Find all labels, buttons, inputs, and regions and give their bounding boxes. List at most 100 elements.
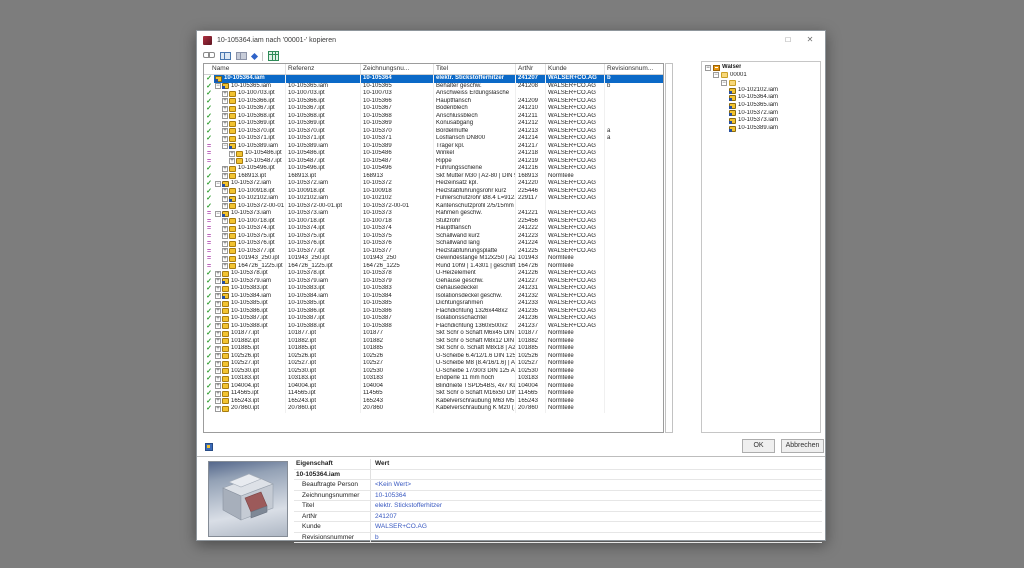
expand-icon[interactable]: + xyxy=(215,368,221,374)
table-row[interactable]: ✓+10-105387.ipt10-105387.ipt10-105387Iso… xyxy=(204,315,663,323)
collapse-icon[interactable]: − xyxy=(713,72,719,78)
table-row[interactable]: =+101943_250.ipt101943_250.ipt101943_250… xyxy=(204,255,663,263)
column-header[interactable]: Revisionsnum... xyxy=(605,64,663,74)
column-header[interactable]: Name xyxy=(204,64,286,74)
expand-icon[interactable]: + xyxy=(222,136,228,142)
tree-item[interactable]: 10-105364.iam xyxy=(705,94,820,102)
expand-icon[interactable]: + xyxy=(222,188,228,194)
table-row[interactable]: ✓+103183.ipt103183.ipt103183Endperle 11 … xyxy=(204,375,663,383)
expand-icon[interactable]: + xyxy=(215,316,221,322)
collapse-icon[interactable]: − xyxy=(215,181,221,187)
table-row[interactable]: =+10-100718.ipt10-100718.ipt10-100718Stu… xyxy=(204,218,663,226)
table-row[interactable]: ✓+10-105369.ipt10-105369.ipt10-105369Kon… xyxy=(204,120,663,128)
collapse-icon[interactable]: − xyxy=(215,211,221,217)
expand-icon[interactable]: + xyxy=(222,106,228,112)
table-row[interactable]: ✓+10-105496.ipt10-105496.ipt10-105496Füh… xyxy=(204,165,663,173)
expand-icon[interactable]: + xyxy=(215,278,221,284)
maximize-button[interactable]: □ xyxy=(777,32,799,47)
table-row[interactable]: ✓+102527.ipt102527.ipt102527U-Scheibe M8… xyxy=(204,360,663,368)
table-row[interactable]: ✓−10-105365.iam10-105365.iam10-105365Beh… xyxy=(204,83,663,91)
tree-item[interactable]: 10-105373.iam xyxy=(705,117,820,125)
expand-icon[interactable]: + xyxy=(215,331,221,337)
table-row[interactable]: =+10-105487.ipt10-105487.ipt10-105487Rip… xyxy=(204,158,663,166)
table-row[interactable]: =+10-105375.ipt10-105375.ipt10-105375Sch… xyxy=(204,233,663,241)
tree-item[interactable]: −Walser xyxy=(705,64,820,72)
table-row[interactable]: ✓+10-105370.ipt10-105370.ipt10-105370Bör… xyxy=(204,128,663,136)
table-row[interactable]: ✓+101877.ipt101877.ipt101877Skt Schr o S… xyxy=(204,330,663,338)
table-row[interactable]: =−10-105389.iam10-105389.iam10-105389Trä… xyxy=(204,143,663,151)
expand-icon[interactable]: + xyxy=(222,121,228,127)
expand-icon[interactable]: + xyxy=(215,391,221,397)
expand-icon[interactable]: + xyxy=(222,226,228,232)
expand-icon[interactable]: + xyxy=(215,361,221,367)
table-row[interactable]: ✓+10-102102.iam10-102102.iam10-102102Füh… xyxy=(204,195,663,203)
expand-icon[interactable]: + xyxy=(215,323,221,329)
expand-icon[interactable]: + xyxy=(215,353,221,359)
expand-icon[interactable]: + xyxy=(215,346,221,352)
table-row[interactable]: ✓+114565.ipt114565.ipt114565Skt Schr o S… xyxy=(204,390,663,398)
tree-item[interactable]: 10-102102.iam xyxy=(705,87,820,95)
ok-button[interactable]: OK xyxy=(742,439,775,453)
table-row[interactable]: =+10-105374.ipt10-105374.ipt10-105374Hau… xyxy=(204,225,663,233)
expand-icon[interactable]: + xyxy=(222,248,228,254)
expand-icon[interactable]: + xyxy=(222,128,228,134)
table-row[interactable]: ✓−10-105372.iam10-105372.iam10-105372Hei… xyxy=(204,180,663,188)
expand-icon[interactable]: + xyxy=(222,263,228,269)
table-icon[interactable] xyxy=(268,51,279,61)
table-row[interactable]: ✓+10-105368.ipt10-105368.ipt10-105368Ans… xyxy=(204,113,663,121)
table-row[interactable]: ✓+10-105372-00-01.ipt10-105372-00-01.ipt… xyxy=(204,203,663,211)
tree-item[interactable]: 10-105365.iam xyxy=(705,102,820,110)
expand-icon[interactable]: + xyxy=(215,338,221,344)
expand-icon[interactable]: + xyxy=(215,398,221,404)
expand-icon[interactable]: + xyxy=(215,308,221,314)
tree-item[interactable]: −00001 xyxy=(705,72,820,80)
column-header[interactable]: Kunde xyxy=(546,64,605,74)
expand-icon[interactable]: + xyxy=(215,406,221,412)
expand-icon[interactable]: + xyxy=(222,241,228,247)
column-header[interactable]: ArtNr xyxy=(516,64,546,74)
expand-icon[interactable]: + xyxy=(222,98,228,104)
table-row[interactable]: ✓+102530.ipt102530.ipt102530U-Scheibe 17… xyxy=(204,368,663,376)
table-row[interactable]: ✓+10-105388.ipt10-105388.ipt10-105388Fla… xyxy=(204,323,663,331)
column-header[interactable]: Zeichnungsnu... xyxy=(361,64,434,74)
table-row[interactable]: ✓+10-105384.iam10-105384.iam10-105384Iso… xyxy=(204,293,663,301)
table-row[interactable]: ✓+10-105367.ipt10-105367.ipt10-105367Bod… xyxy=(204,105,663,113)
expand-icon[interactable]: + xyxy=(222,166,228,172)
expand-icon[interactable]: + xyxy=(222,256,228,262)
expand-icon[interactable]: + xyxy=(222,196,228,202)
expand-icon[interactable]: + xyxy=(222,203,228,209)
collapse-icon[interactable]: − xyxy=(721,80,727,86)
table-row[interactable]: ✓+165243.ipt165243.ipt165243Kabelverschr… xyxy=(204,398,663,406)
collapse-icon[interactable]: − xyxy=(222,143,228,149)
collapse-icon[interactable]: − xyxy=(705,65,711,71)
expand-icon[interactable]: + xyxy=(215,301,221,307)
title-bar[interactable]: 10-105364.iam nach '00001-' kopieren □ ✕ xyxy=(197,31,825,49)
table-row[interactable]: =+10-105377.ipt10-105377.ipt10-105377Hei… xyxy=(204,248,663,256)
expand-icon[interactable]: + xyxy=(215,286,221,292)
table-row[interactable]: ✓+10-105383.ipt10-105383.ipt10-105383Geh… xyxy=(204,285,663,293)
table-row[interactable]: ✓10-105364.iam10-105364elektr. Stickstof… xyxy=(204,75,663,83)
expand-icon[interactable]: + xyxy=(222,113,228,119)
column-header[interactable]: Titel xyxy=(434,64,516,74)
expand-icon[interactable]: + xyxy=(222,173,228,179)
table-row[interactable]: ✓+10-105386.ipt10-105386.ipt10-105386Fla… xyxy=(204,308,663,316)
sync-icon[interactable] xyxy=(251,52,258,59)
tree-item[interactable]: 10-105389.iam xyxy=(705,125,820,133)
table-row[interactable]: ✓+207860.ipt207860.ipt207860Kabelverschr… xyxy=(204,405,663,413)
stack-icon[interactable] xyxy=(236,50,247,62)
expand-icon[interactable]: + xyxy=(215,293,221,299)
table-row[interactable]: =−10-105373.iam10-105373.iam10-105373Rah… xyxy=(204,210,663,218)
table-row[interactable]: ✓+10-105385.ipt10-105385.ipt10-105385Dic… xyxy=(204,300,663,308)
properties-icon[interactable] xyxy=(205,443,213,451)
close-button[interactable]: ✕ xyxy=(799,32,821,47)
expand-icon[interactable]: + xyxy=(222,218,228,224)
copy-icon[interactable] xyxy=(220,50,231,62)
table-scrollbar-track[interactable] xyxy=(665,63,673,433)
expand-icon[interactable]: + xyxy=(229,158,235,164)
tree-item[interactable]: −- xyxy=(705,79,820,87)
table-row[interactable]: =+10-105486.ipt10-105486.ipt10-105486Win… xyxy=(204,150,663,158)
table-row[interactable]: ✓+10-105371.ipt10-105371.ipt10-105371Los… xyxy=(204,135,663,143)
table-row[interactable]: ✓+10-105366.ipt10-105366.ipt10-105366Hau… xyxy=(204,98,663,106)
expand-icon[interactable]: + xyxy=(222,91,228,97)
expand-icon[interactable]: + xyxy=(215,271,221,277)
